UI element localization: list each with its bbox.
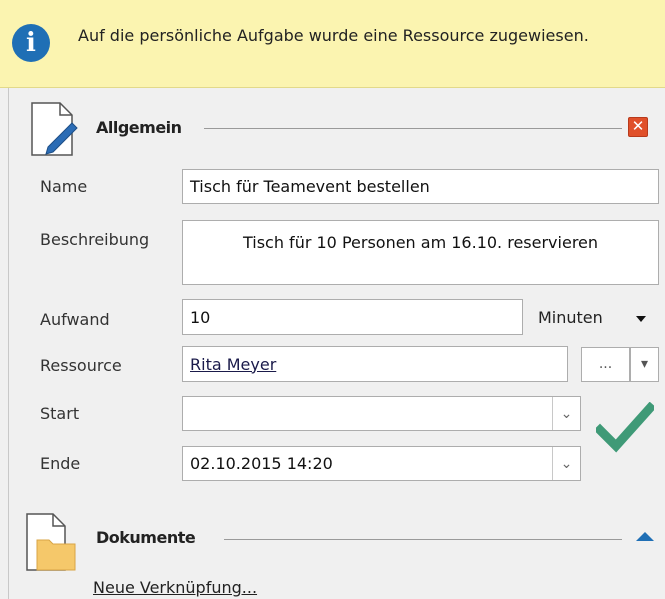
name-label: Name	[40, 177, 88, 196]
chevron-down-icon[interactable]: ⌄	[552, 397, 580, 430]
ressource-dropdown-button[interactable]: ▾	[630, 347, 659, 382]
aufwand-unit-select[interactable]: Minuten	[538, 308, 603, 327]
task-panel	[8, 88, 665, 599]
aufwand-input[interactable]: 10	[182, 299, 523, 335]
document-folder-icon	[26, 513, 76, 571]
start-datetime-input[interactable]: ⌄	[182, 396, 581, 431]
beschreibung-textarea[interactable]: Tisch für 10 Personen am 16.10. reservie…	[182, 220, 659, 285]
browse-label: ...	[598, 356, 613, 372]
info-bar: i Auf die persönliche Aufgabe wurde eine…	[0, 0, 665, 88]
new-link-button[interactable]: Neue Verknüpfung...	[93, 578, 257, 597]
section-title-allgemein: Allgemein	[96, 118, 182, 137]
section-divider	[224, 539, 622, 540]
ende-value: 02.10.2015 14:20	[190, 454, 333, 473]
ressource-browse-button[interactable]: ...	[581, 347, 630, 382]
name-input[interactable]: Tisch für Teamevent bestellen	[182, 169, 659, 204]
info-icon: i	[12, 24, 50, 62]
close-icon[interactable]: ✕	[628, 117, 648, 137]
start-label: Start	[40, 404, 80, 423]
section-title-dokumente: Dokumente	[96, 528, 196, 547]
chevron-down-icon[interactable]	[636, 316, 646, 322]
beschreibung-label: Beschreibung	[40, 230, 150, 249]
edit-document-icon	[31, 102, 78, 156]
info-message: Auf die persönliche Aufgabe wurde eine R…	[78, 26, 589, 45]
ressource-label: Ressource	[40, 356, 122, 375]
aufwand-label: Aufwand	[40, 310, 110, 329]
section-divider	[204, 128, 622, 129]
ressource-link[interactable]: Rita Meyer	[190, 355, 276, 374]
chevron-up-icon[interactable]	[636, 532, 654, 541]
ende-datetime-input[interactable]: 02.10.2015 14:20 ⌄	[182, 446, 581, 481]
checkmark-icon[interactable]	[596, 402, 654, 454]
ende-label: Ende	[40, 454, 81, 473]
ressource-input[interactable]: Rita Meyer	[182, 346, 568, 382]
chevron-down-icon: ▾	[640, 356, 649, 372]
chevron-down-icon[interactable]: ⌄	[552, 447, 580, 480]
